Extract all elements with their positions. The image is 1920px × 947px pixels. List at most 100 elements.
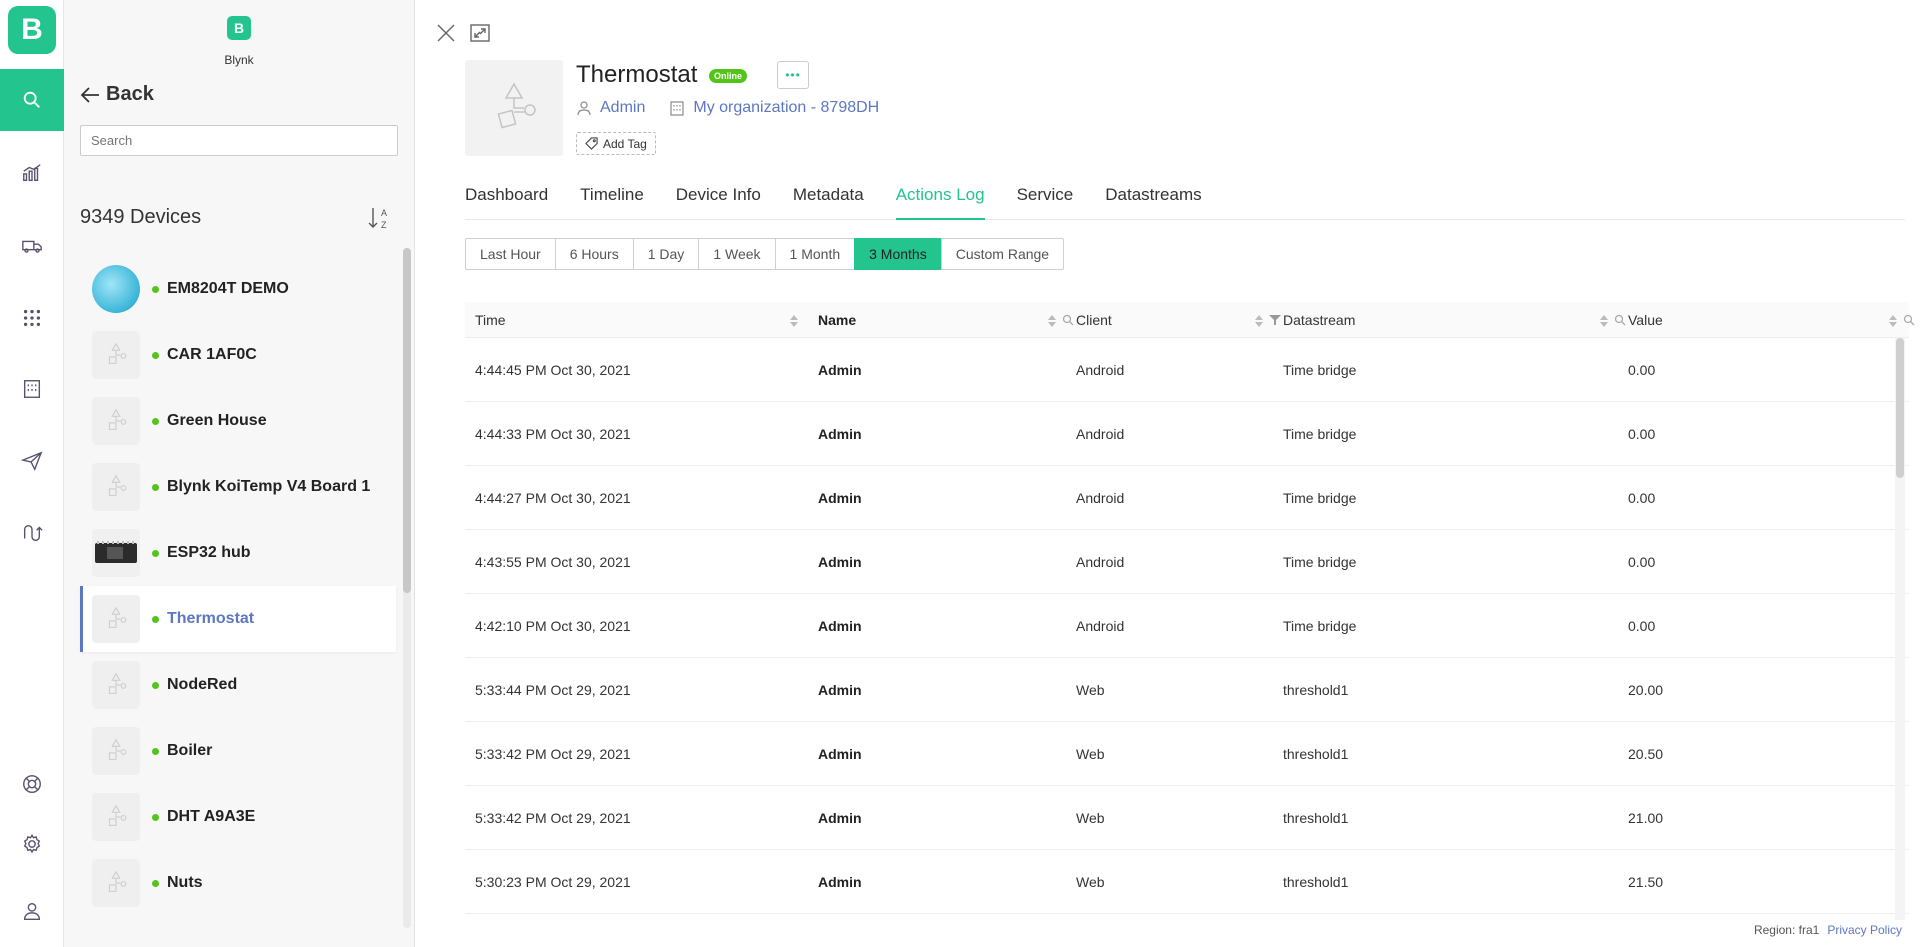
tag-icon bbox=[585, 137, 598, 150]
building-icon[interactable] bbox=[0, 358, 64, 420]
close-icon[interactable] bbox=[435, 22, 457, 44]
sort-icon[interactable] bbox=[1255, 314, 1263, 327]
actions-log-table: Time Name Client Datastream Value 4:44:45 PM… bbox=[465, 302, 1915, 914]
table-row[interactable]: 4:43:55 PM Oct 30, 2021 Admin Android Time … bbox=[465, 530, 1909, 594]
cell-value: 21.50 bbox=[1628, 873, 1664, 890]
device-placeholder-icon bbox=[108, 738, 127, 760]
online-status-dot bbox=[152, 615, 159, 623]
send-icon[interactable] bbox=[0, 430, 64, 492]
search-input[interactable] bbox=[80, 125, 398, 156]
table-row[interactable]: 5:30:23 PM Oct 29, 2021 Admin Web threshold… bbox=[465, 850, 1909, 914]
cell-client: Android bbox=[1076, 361, 1125, 378]
device-list-item[interactable]: Blynk KoiTemp V4 Board 1 bbox=[80, 454, 396, 520]
add-tag-button[interactable]: Add Tag bbox=[576, 132, 656, 155]
table-row[interactable]: 5:33:42 PM Oct 29, 2021 Admin Web threshold… bbox=[465, 722, 1909, 786]
device-placeholder-icon bbox=[108, 672, 127, 694]
help-icon[interactable] bbox=[0, 753, 64, 815]
device-thumbnail bbox=[92, 397, 140, 445]
device-name: Blynk KoiTemp V4 Board 1 bbox=[167, 478, 371, 495]
device-list-item[interactable]: NodeRed bbox=[80, 652, 396, 718]
tab-metadata[interactable]: Metadata bbox=[793, 180, 864, 220]
column-header-datastream[interactable]: Datastream bbox=[1275, 302, 1626, 338]
device-thumbnail bbox=[92, 529, 140, 577]
tab-datastreams[interactable]: Datastreams bbox=[1105, 180, 1201, 220]
device-count: 9349 Devices bbox=[80, 206, 202, 228]
table-row[interactable]: 4:44:33 PM Oct 30, 2021 Admin Android Time … bbox=[465, 402, 1909, 466]
left-rail: B bbox=[0, 0, 64, 947]
range-1-week-button[interactable]: 1 Week bbox=[698, 238, 776, 270]
range-3-months-button[interactable]: 3 Months bbox=[854, 238, 942, 270]
cell-name: Admin bbox=[818, 617, 862, 634]
table-row[interactable]: 4:42:10 PM Oct 30, 2021 Admin Android Time … bbox=[465, 594, 1909, 658]
tab-timeline[interactable]: Timeline bbox=[580, 180, 644, 220]
column-search-icon[interactable] bbox=[1903, 314, 1915, 326]
device-list-item[interactable]: Green House bbox=[80, 388, 396, 454]
online-status-dot bbox=[152, 747, 159, 755]
organization-link[interactable]: My organization - 8798DH bbox=[669, 99, 879, 117]
sort-icon[interactable] bbox=[1048, 314, 1056, 327]
device-thumbnail bbox=[92, 331, 140, 379]
sort-icon[interactable] bbox=[1889, 314, 1897, 327]
tab-dashboard[interactable]: Dashboard bbox=[465, 180, 548, 220]
tab-device-info[interactable]: Device Info bbox=[676, 180, 761, 220]
device-list-item[interactable]: CAR 1AF0C bbox=[80, 322, 396, 388]
online-status-dot bbox=[152, 681, 159, 689]
column-header-client[interactable]: Client bbox=[1068, 302, 1281, 338]
owner-link[interactable]: Admin bbox=[576, 99, 645, 117]
table-scroll-thumb[interactable] bbox=[1896, 338, 1904, 478]
cell-name: Admin bbox=[818, 745, 862, 762]
cell-datastream: Time bridge bbox=[1283, 617, 1357, 634]
device-list-item[interactable]: ESP32 hub bbox=[80, 520, 396, 586]
column-header-label: Name bbox=[818, 311, 857, 328]
device-list-item[interactable]: Nuts bbox=[80, 850, 396, 916]
cell-client: Android bbox=[1076, 617, 1125, 634]
table-row[interactable]: 5:33:42 PM Oct 29, 2021 Admin Web threshold… bbox=[465, 786, 1909, 850]
tab-actions-log[interactable]: Actions Log bbox=[895, 180, 985, 220]
cell-datastream: threshold1 bbox=[1283, 745, 1349, 762]
device-name: Thermostat bbox=[167, 610, 255, 627]
apps-icon[interactable] bbox=[0, 287, 64, 349]
device-list-item[interactable]: DHT A9A3E bbox=[80, 784, 396, 850]
svg-text:A: A bbox=[381, 208, 387, 218]
device-detail: Thermostat Online ••• Admin My organizat… bbox=[415, 0, 1920, 947]
cell-client: Web bbox=[1076, 745, 1105, 762]
truck-icon[interactable] bbox=[0, 215, 64, 277]
cell-datastream: Time bridge bbox=[1283, 425, 1357, 442]
sort-icon[interactable] bbox=[790, 314, 798, 327]
more-options-button[interactable]: ••• bbox=[777, 61, 809, 89]
search-icon[interactable] bbox=[0, 69, 64, 131]
table-row[interactable]: 4:44:45 PM Oct 30, 2021 Admin Android Time … bbox=[465, 338, 1909, 402]
cell-name: Admin bbox=[818, 809, 862, 826]
back-button[interactable]: Back bbox=[80, 83, 154, 106]
column-header-value[interactable]: Value bbox=[1620, 302, 1915, 338]
device-list-item[interactable]: Boiler bbox=[80, 718, 396, 784]
sort-az-icon[interactable]: A Z bbox=[367, 205, 391, 231]
cell-datastream: threshold1 bbox=[1283, 681, 1349, 698]
range-1-day-button[interactable]: 1 Day bbox=[632, 238, 700, 270]
device-list-item[interactable]: Thermostat bbox=[80, 586, 396, 652]
device-list-scroll-thumb[interactable] bbox=[403, 248, 411, 593]
table-body: 4:44:45 PM Oct 30, 2021 Admin Android Time … bbox=[465, 338, 1909, 914]
privacy-policy-link[interactable]: Privacy Policy bbox=[1827, 923, 1902, 937]
cell-name: Admin bbox=[818, 489, 862, 506]
range-custom-range-button[interactable]: Custom Range bbox=[940, 238, 1065, 270]
settings-icon[interactable] bbox=[0, 813, 64, 875]
sort-icon[interactable] bbox=[1600, 314, 1608, 327]
device-name: Boiler bbox=[167, 742, 213, 759]
column-header-time[interactable]: Time bbox=[465, 302, 810, 338]
analytics-icon[interactable] bbox=[0, 142, 64, 204]
blynk-logo[interactable]: B bbox=[8, 6, 56, 54]
device-list-item[interactable]: EM8204T DEMO bbox=[80, 256, 396, 322]
range-last-hour-button[interactable]: Last Hour bbox=[465, 238, 556, 270]
range-1-month-button[interactable]: 1 Month bbox=[774, 238, 856, 270]
expand-icon[interactable] bbox=[469, 22, 491, 44]
range-6-hours-button[interactable]: 6 Hours bbox=[554, 238, 634, 270]
automation-icon[interactable] bbox=[0, 502, 64, 564]
column-header-name[interactable]: Name bbox=[810, 302, 1074, 338]
arrow-left-icon bbox=[80, 86, 99, 103]
table-row[interactable]: 4:44:27 PM Oct 30, 2021 Admin Android Time … bbox=[465, 466, 1909, 530]
tab-service[interactable]: Service bbox=[1017, 180, 1074, 220]
table-row[interactable]: 5:33:44 PM Oct 29, 2021 Admin Web threshold… bbox=[465, 658, 1909, 722]
user-icon[interactable] bbox=[0, 880, 64, 942]
owner-name: Admin bbox=[600, 99, 646, 116]
